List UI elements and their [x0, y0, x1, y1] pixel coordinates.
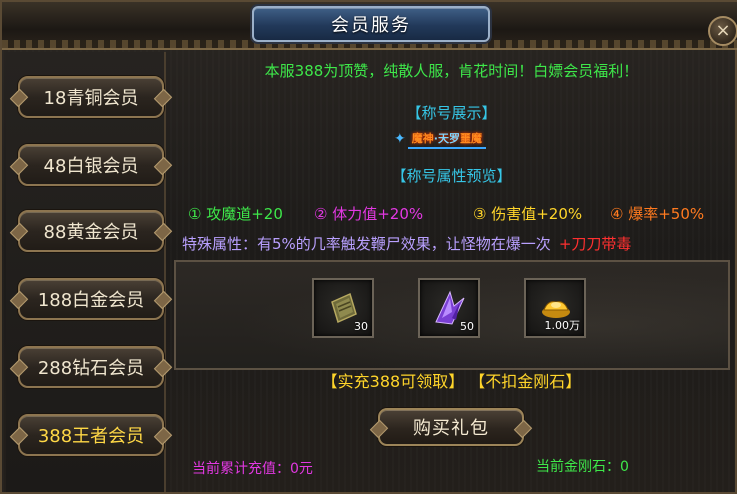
title-badge-name: 魔神·天罗噩魔 [407, 129, 486, 149]
close-icon: × [715, 20, 731, 41]
claim-condition: 【实充388可领取】 【不扣金刚石】 [321, 372, 582, 391]
tier-label: 188白金会员 [37, 290, 145, 311]
attribute-drop-rate: ④ 爆率+50% [610, 205, 705, 223]
reward-slot-crystal[interactable]: 50 [418, 278, 480, 338]
item-quantity: 50 [460, 320, 474, 333]
tier-label: 388王者会员 [37, 426, 145, 447]
tier-label: 18青铜会员 [43, 88, 139, 109]
diamond-balance: 当前金刚石：0 [536, 459, 629, 475]
item-quantity: 1.00万 [544, 319, 581, 332]
reward-slot-scroll[interactable]: 30 [312, 278, 374, 338]
membership-tier-sidebar: 18青铜会员 48白银会员 88黄金会员 188白金会员 288钻石会员 388… [6, 52, 166, 492]
server-announcement: 本服388为顶赞，纯散人服，肯花时间！白嫖会员福利！ [264, 62, 639, 80]
special-attribute-bonus: +刀刀带毒 [558, 235, 632, 253]
tier-label: 288钻石会员 [37, 358, 145, 379]
window-title-plate: 会员服务 [252, 6, 490, 42]
special-attribute: 特殊属性：有5%的几率触发鞭尸效果，让怪物在爆一次 +刀刀带毒 [182, 233, 631, 254]
buy-pack-button[interactable]: 购买礼包 [378, 408, 524, 446]
attribute-hp: ② 体力值+20% [314, 205, 424, 223]
tier-button-platinum[interactable]: 188白金会员 [18, 278, 164, 320]
close-button[interactable]: × [708, 16, 737, 46]
title-badge: ✦ 魔神·天罗噩魔 [385, 128, 495, 150]
window-title: 会员服务 [331, 15, 411, 36]
wing-icon: ✦ [394, 131, 406, 147]
attribute-damage: ③ 伤害值+20% [473, 205, 583, 223]
title-showcase-heading: 【称号展示】 [406, 104, 497, 122]
attribute-preview-heading: 【称号属性预览】 [391, 167, 512, 185]
recharge-total: 当前累计充值：0元 [192, 461, 313, 477]
tier-button-bronze[interactable]: 18青铜会员 [18, 76, 164, 118]
tier-label: 88黄金会员 [43, 222, 139, 243]
membership-window: 会员服务 × 18青铜会员 48白银会员 88黄金会员 188白金会员 288钻… [0, 0, 737, 494]
tier-button-silver[interactable]: 48白银会员 [18, 144, 164, 186]
buy-pack-label: 购买礼包 [413, 418, 489, 439]
item-quantity: 30 [354, 320, 368, 333]
tier-detail-panel: 本服388为顶赞，纯散人服，肯花时间！白嫖会员福利！ 【称号展示】 ✦ 魔神·天… [170, 52, 733, 492]
reward-slot-gold[interactable]: 1.00万 [524, 278, 586, 338]
tier-label: 48白银会员 [43, 156, 139, 177]
tier-button-king[interactable]: 388王者会员 [18, 414, 164, 456]
attribute-attack: ① 攻魔道+20 [188, 205, 283, 223]
special-attribute-text: 特殊属性：有5%的几率触发鞭尸效果，让怪物在爆一次 [182, 235, 551, 253]
tier-button-gold[interactable]: 88黄金会员 [18, 210, 164, 252]
reward-items-box: 30 50 1.00万 [174, 260, 730, 370]
tier-button-diamond[interactable]: 288钻石会员 [18, 346, 164, 388]
